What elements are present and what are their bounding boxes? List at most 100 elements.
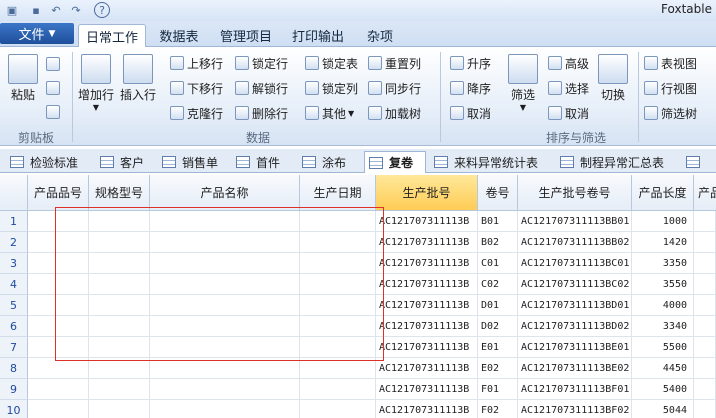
unlock-row-button[interactable]: 解锁行 (235, 78, 288, 98)
cell-roll-no[interactable]: E01 (478, 337, 518, 358)
cell-batch-roll-no[interactable]: AC121707311113BC02 (518, 274, 632, 295)
cell-roll-no[interactable]: F02 (478, 400, 518, 418)
col-header-batch-no[interactable]: 生产批号 (376, 175, 478, 211)
doc-tab-sales-order[interactable]: 销售单 (158, 151, 230, 173)
cell-batch-roll-no[interactable]: AC121707311113BB02 (518, 232, 632, 253)
delete-row-button[interactable]: 删除行 (235, 103, 288, 123)
doc-tab-first-article[interactable]: 首件 (232, 151, 294, 173)
empty-cell[interactable] (694, 295, 716, 316)
save-icon[interactable]: ▪ (28, 2, 44, 18)
col-header-roll-no[interactable]: 卷号 (478, 175, 518, 211)
cell-batch-no[interactable]: AC121707311113B (376, 211, 478, 232)
lock-table-button[interactable]: 锁定表 (305, 53, 358, 73)
row-number[interactable]: 2 (0, 232, 28, 253)
cell-batch-roll-no[interactable]: AC121707311113BF01 (518, 379, 632, 400)
other-button[interactable]: 其他 ▼ (305, 103, 354, 123)
cell-product-length[interactable]: 4000 (632, 295, 694, 316)
empty-cell[interactable] (694, 337, 716, 358)
row-number[interactable]: 4 (0, 274, 28, 295)
toggle-button[interactable]: 切换 (598, 54, 628, 103)
col-header-spec-model[interactable]: 规格型号 (89, 175, 150, 211)
cell-roll-no[interactable]: F01 (478, 379, 518, 400)
empty-cell[interactable] (150, 400, 300, 418)
empty-cell[interactable] (150, 379, 300, 400)
cell-product-length[interactable]: 4450 (632, 358, 694, 379)
app-logo-icon[interactable]: ▣ (4, 2, 20, 18)
col-header-production-date[interactable]: 生产日期 (300, 175, 376, 211)
empty-cell[interactable] (28, 379, 89, 400)
sync-row-button[interactable]: 同步行 (368, 78, 421, 98)
tab-print-output[interactable]: 打印输出 (284, 24, 352, 47)
advanced-filter-button[interactable]: 高级 (548, 53, 589, 73)
doc-tab-customer[interactable]: 客户 (96, 151, 156, 173)
cell-batch-no[interactable]: AC121707311113B (376, 295, 478, 316)
cell-batch-roll-no[interactable]: AC121707311113BD02 (518, 316, 632, 337)
add-row-button[interactable]: 增加行 ▼ (78, 54, 114, 112)
cell-roll-no[interactable]: D02 (478, 316, 518, 337)
col-header-batch-roll-no[interactable]: 生产批号卷号 (518, 175, 632, 211)
empty-cell[interactable] (89, 400, 150, 418)
sort-desc-button[interactable]: 降序 (450, 78, 491, 98)
load-tree-button[interactable]: 加载树 (368, 103, 421, 123)
select-filter-button[interactable]: 选择 (548, 78, 589, 98)
cell-roll-no[interactable]: E02 (478, 358, 518, 379)
doc-tab-inspection-standard[interactable]: 检验标准 (6, 151, 94, 173)
empty-cell[interactable] (150, 358, 300, 379)
help-icon[interactable]: ? (94, 2, 110, 18)
empty-cell[interactable] (300, 358, 376, 379)
cell-batch-no[interactable]: AC121707311113B (376, 274, 478, 295)
doc-tab-process-exception[interactable]: 制程异常汇总表 (556, 151, 674, 173)
cell-product-length[interactable]: 3550 (632, 274, 694, 295)
filter-tree-button[interactable]: 筛选树 (644, 103, 697, 123)
cell-batch-roll-no[interactable]: AC121707311113BF02 (518, 400, 632, 418)
empty-cell[interactable] (694, 211, 716, 232)
tab-misc[interactable]: 杂项 (356, 24, 404, 47)
cell-batch-roll-no[interactable]: AC121707311113BC01 (518, 253, 632, 274)
cell-roll-no[interactable]: B01 (478, 211, 518, 232)
cell-batch-no[interactable]: AC121707311113B (376, 316, 478, 337)
insert-row-button[interactable]: 插入行 (120, 54, 156, 103)
cell-product-length[interactable]: 5044 (632, 400, 694, 418)
cell-batch-no[interactable]: AC121707311113B (376, 337, 478, 358)
clone-row-button[interactable]: 克隆行 (170, 103, 223, 123)
move-up-button[interactable]: 上移行 (170, 53, 223, 73)
cell-product-length[interactable]: 1420 (632, 232, 694, 253)
cell-roll-no[interactable]: C02 (478, 274, 518, 295)
empty-cell[interactable] (694, 232, 716, 253)
table-view-button[interactable]: 表视图 (644, 53, 697, 73)
cell-product-length[interactable]: 5400 (632, 379, 694, 400)
tab-daily-work[interactable]: 日常工作 (78, 24, 146, 48)
row-number[interactable]: 6 (0, 316, 28, 337)
cancel-filter-button[interactable]: 取消 (548, 103, 589, 123)
cell-batch-roll-no[interactable]: AC121707311113BE02 (518, 358, 632, 379)
move-down-button[interactable]: 下移行 (170, 78, 223, 98)
cancel-sort-button[interactable]: 取消 (450, 103, 491, 123)
doc-tab-incoming-exception[interactable]: 来料异常统计表 (430, 151, 546, 173)
tab-manage-project[interactable]: 管理项目 (212, 24, 280, 47)
grid-corner[interactable] (0, 175, 28, 211)
cell-product-length[interactable]: 1000 (632, 211, 694, 232)
lock-row-button[interactable]: 锁定行 (235, 53, 288, 73)
doc-tab-rewind[interactable]: 复卷 (364, 151, 426, 173)
cell-product-length[interactable]: 3340 (632, 316, 694, 337)
sort-asc-button[interactable]: 升序 (450, 53, 491, 73)
empty-cell[interactable] (300, 400, 376, 418)
cell-batch-no[interactable]: AC121707311113B (376, 358, 478, 379)
col-header-product-more[interactable]: 产品 (694, 175, 716, 211)
empty-cell[interactable] (694, 316, 716, 337)
doc-tab-coating[interactable]: 涂布 (298, 151, 360, 173)
file-menu-button[interactable]: 文件 ▼ (0, 23, 74, 44)
empty-cell[interactable] (694, 400, 716, 418)
cell-roll-no[interactable]: C01 (478, 253, 518, 274)
cell-roll-no[interactable]: B02 (478, 232, 518, 253)
empty-cell[interactable] (694, 379, 716, 400)
cell-batch-roll-no[interactable]: AC121707311113BE01 (518, 337, 632, 358)
empty-cell[interactable] (300, 379, 376, 400)
col-header-product-name[interactable]: 产品名称 (150, 175, 300, 211)
empty-cell[interactable] (694, 253, 716, 274)
undo-icon[interactable]: ↶ (48, 2, 64, 18)
cell-batch-roll-no[interactable]: AC121707311113BD01 (518, 295, 632, 316)
empty-cell[interactable] (28, 358, 89, 379)
cell-batch-no[interactable]: AC121707311113B (376, 379, 478, 400)
empty-cell[interactable] (28, 400, 89, 418)
